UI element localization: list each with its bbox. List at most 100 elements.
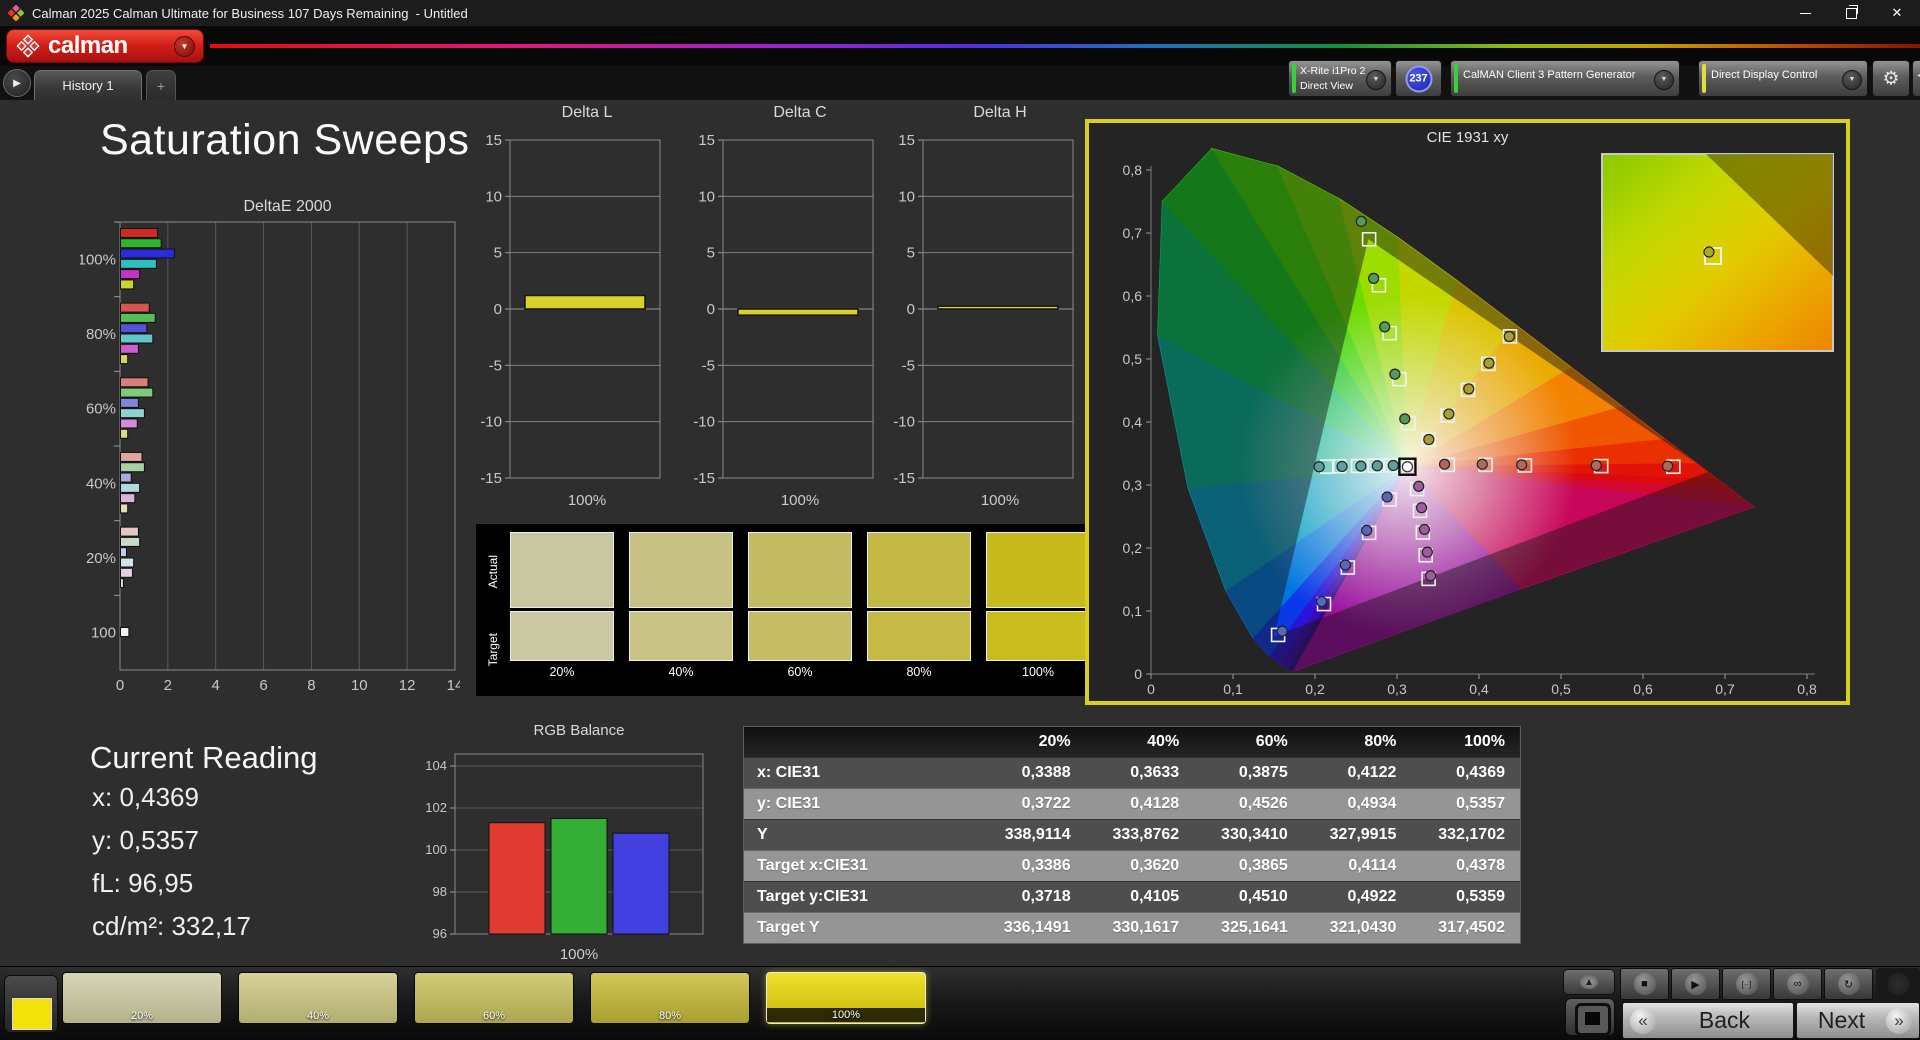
- patch-button-80[interactable]: 80%: [590, 972, 750, 1024]
- display-status-strip: [1702, 64, 1706, 93]
- actual-swatch: [629, 532, 733, 608]
- cie-measured-point: [1362, 525, 1372, 535]
- swatch-comparison-panel: Actual Target 20%40%60%80%100%: [476, 524, 1104, 696]
- svg-text:0,5: 0,5: [1551, 681, 1571, 697]
- cie-measured-point: [1517, 460, 1527, 470]
- table-cell: 0,5359: [1411, 882, 1520, 913]
- pattern-window-icon: [1575, 1003, 1611, 1036]
- chevron-up-icon: ▲: [1580, 975, 1598, 989]
- table-cell: 330,1617: [1086, 913, 1195, 944]
- svg-text:15: 15: [698, 132, 715, 149]
- display-control-label: Direct Display Control: [1711, 69, 1817, 81]
- stop-button[interactable]: ■: [1620, 968, 1669, 1000]
- minimize-button[interactable]: [1782, 0, 1828, 26]
- table-cell: 0,4922: [1303, 882, 1412, 913]
- table-cell: 0,4526: [1194, 789, 1303, 820]
- meter-status-strip: [1292, 64, 1296, 93]
- target-swatch: [867, 611, 971, 661]
- svg-text:-10: -10: [893, 414, 915, 431]
- patch-button-100[interactable]: 100%: [766, 972, 926, 1024]
- current-reading-cdm2: cd/m²: 332,17: [92, 911, 251, 942]
- patch-button-60[interactable]: 60%: [414, 972, 574, 1024]
- cie-measured-point: [1380, 322, 1390, 332]
- collapse-toolbar-button[interactable]: ◀: [1912, 60, 1920, 97]
- cie-measured-point: [1337, 461, 1347, 471]
- swatch-label: 20%: [510, 665, 614, 679]
- delta-l-title: Delta L: [512, 104, 662, 122]
- settings-button[interactable]: ⚙: [1872, 60, 1910, 97]
- tab-history-1[interactable]: History 1: [34, 70, 142, 100]
- svg-text:0,7: 0,7: [1715, 681, 1735, 697]
- svg-text:0,6: 0,6: [1633, 681, 1653, 697]
- cie-measured-point: [1414, 481, 1424, 491]
- gear-icon: ⚙: [1882, 67, 1899, 90]
- table-row-label: Target y:CIE31: [744, 882, 977, 913]
- table-column-header: 20%: [977, 727, 1086, 758]
- next-button[interactable]: Next »: [1796, 1002, 1920, 1039]
- delta-h-title: Delta H: [925, 104, 1075, 122]
- table-cell: 0,4122: [1303, 758, 1412, 789]
- table-cell: 333,8762: [1086, 820, 1195, 851]
- tab-scroll-button[interactable]: ▶: [3, 69, 31, 97]
- chevron-double-right-icon: »: [1886, 1008, 1912, 1034]
- close-button[interactable]: ✕: [1874, 0, 1920, 26]
- expand-panel-button[interactable]: ▲: [1563, 969, 1615, 995]
- table-row: x: CIE310,33880,36330,38750,41220,4369: [744, 758, 1520, 789]
- svg-text:0,3: 0,3: [1387, 681, 1407, 697]
- deltae-group-label: 100%: [80, 251, 116, 268]
- patch-button-40[interactable]: 40%: [238, 972, 398, 1024]
- meter-count-button[interactable]: 237: [1395, 60, 1442, 97]
- svg-text:0,6: 0,6: [1123, 288, 1143, 304]
- cie-measured-point: [1340, 560, 1350, 570]
- cie-measured-point: [1277, 626, 1287, 636]
- continuous-measure-button[interactable]: ∞: [1773, 968, 1822, 1000]
- refresh-button[interactable]: ↻: [1824, 968, 1873, 1000]
- table-cell: 0,4114: [1303, 851, 1412, 882]
- chevron-double-left-icon: «: [1630, 1008, 1656, 1034]
- table-cell: 0,3620: [1086, 851, 1195, 882]
- cie-measured-point: [1422, 547, 1432, 557]
- svg-text:0,3: 0,3: [1123, 477, 1143, 493]
- table-cell: 327,9915: [1303, 820, 1412, 851]
- restore-button[interactable]: [1828, 0, 1874, 26]
- play-right-icon: ▶: [13, 78, 21, 89]
- calman-menu-button[interactable]: calman ▼: [6, 29, 204, 63]
- display-control-dropdown[interactable]: Direct Display Control ▼: [1698, 60, 1868, 97]
- back-button[interactable]: « Back: [1622, 1002, 1794, 1039]
- svg-text:98: 98: [433, 884, 447, 899]
- svg-text:0,1: 0,1: [1123, 603, 1143, 619]
- calman-logo-icon: [16, 34, 40, 58]
- svg-text:0: 0: [116, 677, 124, 694]
- target-swatch: [510, 611, 614, 661]
- current-reading-y: y: 0,5357: [92, 825, 199, 856]
- actual-swatch: [748, 532, 852, 608]
- svg-text:-10: -10: [693, 414, 715, 431]
- patch-button-20[interactable]: 20%: [62, 972, 222, 1024]
- svg-text:0,7: 0,7: [1123, 225, 1143, 241]
- add-tab-button[interactable]: +: [146, 70, 176, 100]
- target-swatch: [629, 611, 733, 661]
- actual-row-label: Actual: [486, 555, 500, 588]
- table-cell: 0,3718: [977, 882, 1086, 913]
- swatch-label: 100%: [986, 665, 1090, 679]
- svg-text:-15: -15: [893, 470, 915, 486]
- meter-dropdown[interactable]: X-Rite i1Pro 2 Direct View ▼: [1288, 60, 1392, 97]
- cie-measured-point: [1464, 384, 1474, 394]
- table-column-header: 80%: [1303, 727, 1412, 758]
- target-swatch: [748, 611, 852, 661]
- target-swatch: [986, 611, 1090, 661]
- table-cell: 0,3722: [977, 789, 1086, 820]
- refresh-icon: ↻: [1838, 973, 1860, 995]
- play-button[interactable]: ▶: [1671, 968, 1720, 1000]
- cie-1931-panel[interactable]: CIE 1931 xy 0,80,70,60,50,40,30,20,1000,…: [1085, 119, 1850, 705]
- single-measure-button[interactable]: [··]: [1722, 968, 1771, 1000]
- cie-measured-point: [1369, 273, 1379, 283]
- swatch-column: 60%: [748, 524, 852, 696]
- pattern-window-button[interactable]: [1565, 998, 1615, 1036]
- rainbow-divider: [210, 44, 1920, 48]
- cie-measured-point: [1372, 461, 1382, 471]
- table-cell: 0,4369: [1411, 758, 1520, 789]
- pattern-generator-dropdown[interactable]: CalMAN Client 3 Pattern Generator ▼: [1450, 60, 1680, 97]
- svg-text:6: 6: [259, 677, 267, 694]
- current-patch-button[interactable]: [4, 975, 58, 1033]
